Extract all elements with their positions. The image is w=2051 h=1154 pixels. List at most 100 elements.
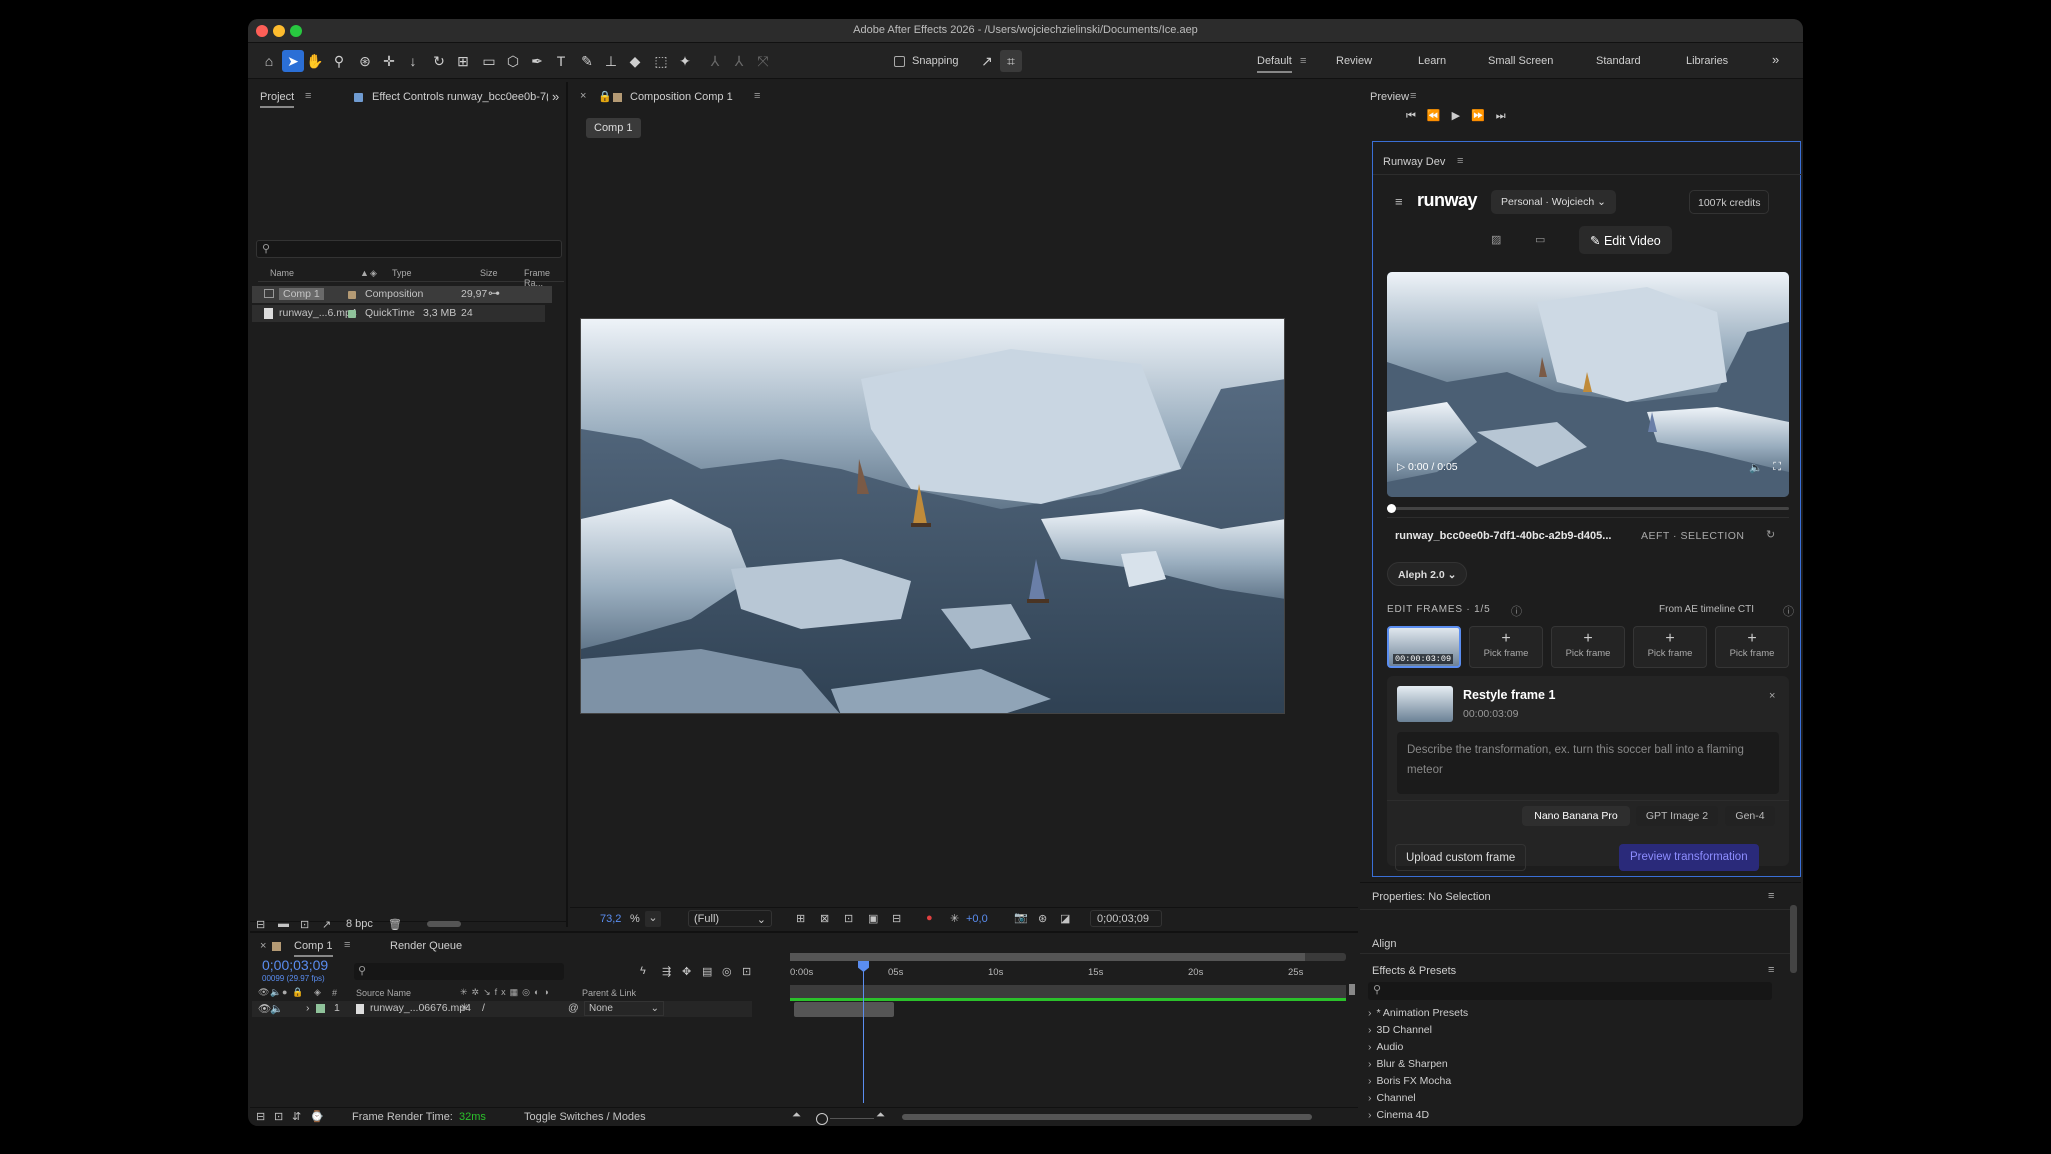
flowchart-icon[interactable]: ⊶ — [488, 286, 500, 300]
zoom-in-icon[interactable]: ⏶ — [876, 1109, 885, 1122]
frame-blending-icon[interactable]: ▤ — [702, 965, 712, 978]
play-icon[interactable]: ▷ — [1397, 461, 1405, 473]
workspace-selector[interactable]: Personal · Wojciech ⌄ — [1491, 190, 1616, 214]
effect-category[interactable]: * Animation Presets — [1368, 1007, 1469, 1019]
refresh-icon[interactable]: ↻ — [1766, 528, 1775, 541]
project-item-footage[interactable]: runway_...6.mp4 QuickTime 3,3 MB 24 — [252, 305, 545, 322]
snapping-checkbox[interactable] — [894, 56, 905, 67]
rotate-tool-icon[interactable]: ↻ — [428, 50, 450, 72]
edit-video-tab[interactable]: ✎ Edit Video — [1579, 226, 1672, 254]
effect-category[interactable]: Cinema 4D — [1368, 1109, 1430, 1121]
pick-frame-4[interactable]: + Pick frame — [1633, 626, 1707, 668]
from-cti-label[interactable]: From AE timeline CTI — [1659, 604, 1754, 615]
in-out-icon[interactable]: ⇵ — [292, 1110, 301, 1123]
grid-guides-icon[interactable]: ⊟ — [892, 912, 901, 925]
lock-icon[interactable]: 🔒 — [292, 987, 303, 998]
graph-editor-icon[interactable]: ⊡ — [742, 965, 751, 978]
effect-category[interactable]: Boris FX Mocha — [1368, 1075, 1452, 1087]
playhead[interactable] — [863, 963, 864, 1103]
first-frame-icon[interactable]: ⏮ — [1406, 110, 1427, 122]
tab-timeline-comp[interactable]: Comp 1 — [294, 940, 333, 957]
model-selector[interactable]: Aleph 2.0 ⌄ — [1387, 562, 1468, 586]
effect-category[interactable]: Channel — [1368, 1092, 1416, 1104]
timeline-scroll-handle[interactable] — [1349, 984, 1355, 995]
column-source-name[interactable]: Source Name — [356, 988, 411, 998]
project-search-input[interactable]: ⚲ — [256, 240, 562, 258]
quality-icon[interactable]: / — [482, 1002, 485, 1014]
audio-icon[interactable]: 🔈 — [270, 987, 281, 998]
runway-video-player[interactable]: ▷ 0:00 / 0:05 🔈 ⛶ — [1387, 272, 1789, 497]
zoom-slider-track[interactable] — [830, 1118, 874, 1119]
pick-frame-5[interactable]: + Pick frame — [1715, 626, 1789, 668]
tab-effect-controls[interactable]: Effect Controls runway_bcc0ee0b-7( — [372, 91, 548, 103]
project-menu-icon[interactable]: ≡ — [305, 90, 311, 102]
fast-previews-icon[interactable]: ⊞ — [796, 912, 805, 925]
column-frame-rate[interactable]: Frame Ra... — [524, 268, 564, 288]
sort-ascending-icon[interactable]: ▲ — [360, 268, 369, 278]
last-frame-icon[interactable]: ⏭ — [1496, 110, 1517, 122]
close-icon[interactable]: × — [1769, 690, 1775, 702]
timeline-horizontal-scrollbar[interactable] — [902, 1114, 1312, 1120]
new-folder-icon[interactable]: ▬ — [278, 918, 289, 930]
color-management-icon[interactable]: ✳ — [950, 912, 959, 925]
orbit-camera-icon[interactable]: ⊛ — [354, 50, 376, 72]
hand-tool-icon[interactable]: ✋ — [304, 50, 326, 72]
close-tab-icon[interactable]: × — [580, 90, 586, 102]
next-frame-icon[interactable]: ⏩ — [1471, 110, 1496, 122]
column-type[interactable]: Type — [392, 268, 412, 278]
pan-camera-icon[interactable]: ✛ — [378, 50, 400, 72]
layer-duration-bar[interactable] — [794, 1002, 894, 1017]
preview-transformation-button[interactable]: Preview transformation — [1619, 844, 1759, 871]
toggle-view-icon[interactable]: ◪ — [1060, 912, 1070, 925]
effect-category[interactable]: 3D Channel — [1368, 1024, 1432, 1036]
brush-tool-icon[interactable]: ✎ — [576, 50, 598, 72]
properties-scrollbar[interactable] — [1790, 905, 1797, 973]
tab-project[interactable]: Project — [260, 91, 295, 108]
interpret-footage-icon[interactable]: ⊟ — [256, 918, 265, 931]
timeline-search-input[interactable]: ⚲ — [354, 963, 564, 980]
workspace-standard[interactable]: Standard — [1596, 55, 1641, 67]
workspace-review[interactable]: Review — [1336, 55, 1372, 67]
model-chip-gen4[interactable]: Gen-4 — [1725, 806, 1775, 826]
label-tag-icon[interactable]: ◈ — [370, 268, 377, 279]
effects-search-input[interactable]: ⚲ — [1368, 982, 1772, 1000]
shy-layers-icon[interactable]: ✥ — [682, 965, 691, 978]
tab-composition[interactable]: Composition Comp 1 — [630, 91, 733, 103]
column-size[interactable]: Size — [480, 268, 498, 278]
snap-features-icon[interactable]: ⌗ — [1000, 50, 1022, 72]
pick-frame-3[interactable]: + Pick frame — [1551, 626, 1625, 668]
transparency-grid-icon[interactable]: ⊠ — [820, 912, 829, 925]
selection-tool-icon[interactable]: ➤ — [282, 50, 304, 72]
show-snapshot-icon[interactable]: ⊛ — [1038, 912, 1047, 925]
help-icon[interactable]: ⓘ — [1511, 603, 1522, 619]
timeline-menu-icon[interactable]: ≡ — [344, 939, 350, 951]
pen-tool-icon[interactable]: ✒ — [526, 50, 548, 72]
3d-shape-icon[interactable]: ⬡ — [502, 50, 524, 72]
color-channels-icon[interactable]: ● — [926, 912, 933, 924]
adjust-icon[interactable]: ↗ — [322, 918, 331, 931]
pick-frame-2[interactable]: + Pick frame — [1469, 626, 1543, 668]
prompt-textarea[interactable]: Describe the transformation, ex. turn th… — [1397, 732, 1779, 794]
home-icon[interactable]: ⌂ — [258, 50, 280, 72]
workspace-libraries[interactable]: Libraries — [1686, 55, 1728, 67]
workspace-learn[interactable]: Learn — [1418, 55, 1446, 67]
column-name[interactable]: Name — [270, 268, 294, 278]
axis-local-icon[interactable]: ⅄ — [704, 50, 726, 72]
scrubber-handle[interactable] — [1387, 504, 1396, 513]
more-workspaces-icon[interactable]: » — [1772, 52, 1779, 67]
eraser-tool-icon[interactable]: ◆ — [624, 50, 646, 72]
puppet-pin-icon[interactable]: ✦ — [674, 50, 696, 72]
fullscreen-icon[interactable]: ⛶ — [1773, 461, 1781, 474]
video-mode-icon[interactable]: ▭ — [1535, 233, 1545, 246]
effects-menu-icon[interactable]: ≡ — [1768, 964, 1774, 976]
collapse-icon[interactable]: ✳ — [460, 1002, 469, 1014]
model-chip-gpt-image[interactable]: GPT Image 2 — [1636, 806, 1718, 826]
label-tag-icon[interactable]: ◈ — [314, 987, 321, 998]
comp-flowchart-icon[interactable]: ⇶ — [662, 965, 671, 978]
panel-overflow-icon[interactable]: » — [552, 89, 559, 104]
trash-icon[interactable]: 🗑 — [388, 918, 402, 931]
workspace-default[interactable]: Default — [1257, 55, 1292, 73]
solo-icon[interactable]: ● — [282, 987, 287, 997]
help-icon[interactable]: ⓘ — [1783, 603, 1794, 619]
snapshot-icon[interactable]: 📷 — [1014, 911, 1028, 924]
